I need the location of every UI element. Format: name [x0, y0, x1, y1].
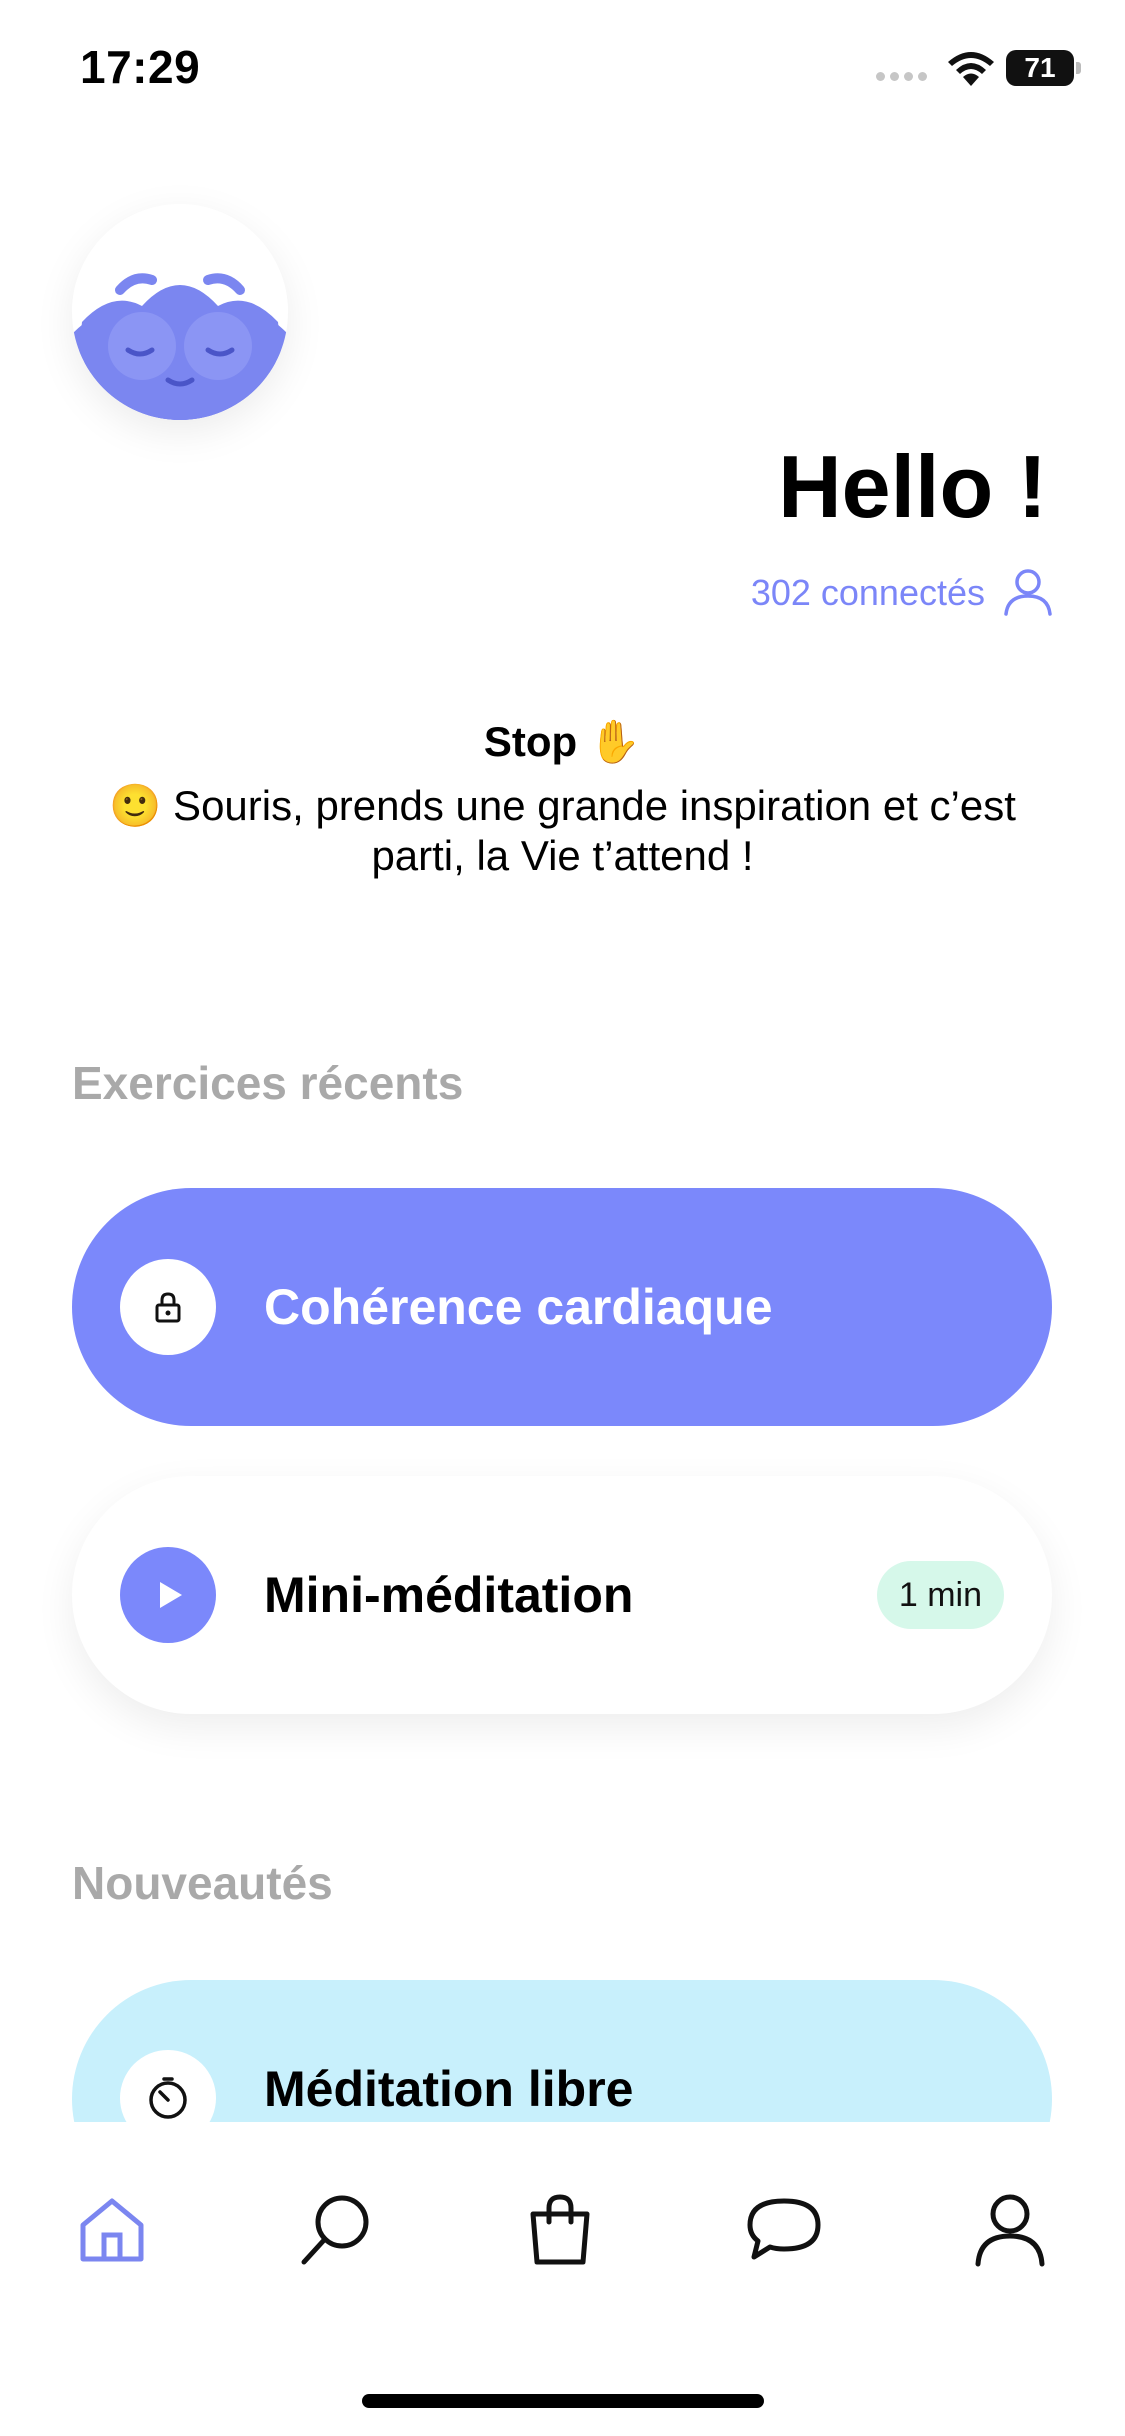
section-title-new: Nouveautés: [72, 1857, 333, 1909]
status-bar: 17:29 71: [0, 0, 1125, 140]
exercise-label: Mini-méditation: [264, 1567, 634, 1623]
exercise-card-coherence[interactable]: Cohérence cardiaque: [72, 1188, 1052, 1426]
cellular-signal-icon: [876, 72, 932, 84]
mascot-avatar[interactable]: [72, 204, 288, 420]
wifi-icon: [948, 52, 994, 86]
daily-quote: Stop ✋ 🙂 Souris, prends une grande inspi…: [80, 718, 1045, 881]
battery-icon: 71: [1006, 50, 1074, 86]
battery-nub: [1076, 62, 1081, 74]
tab-shop[interactable]: [512, 2182, 608, 2278]
exercise-card-mini-meditation[interactable]: Mini-méditation 1 min: [72, 1476, 1052, 1714]
tab-home[interactable]: [64, 2182, 160, 2278]
tab-search[interactable]: [288, 2182, 384, 2278]
home-indicator[interactable]: [362, 2394, 764, 2408]
exercise-label: Méditation libre: [264, 2061, 634, 2117]
mascot-face-icon: [72, 204, 288, 420]
tab-bar: [0, 2122, 1125, 2436]
home-icon: [80, 2198, 144, 2262]
profile-icon: [975, 2194, 1045, 2267]
tab-chat[interactable]: [736, 2182, 832, 2278]
duration-badge: 1 min: [876, 1561, 1004, 1629]
status-time: 17:29: [80, 41, 201, 93]
lock-icon: [120, 1259, 216, 1355]
search-icon: [301, 2195, 369, 2265]
chat-icon: [747, 2198, 821, 2260]
tab-profile[interactable]: [962, 2182, 1058, 2278]
play-icon[interactable]: [120, 1547, 216, 1643]
online-count[interactable]: 302 connectés: [751, 572, 985, 614]
exercise-label: Cohérence cardiaque: [264, 1279, 773, 1335]
greeting-title: Hello !: [778, 437, 1047, 536]
section-title-recent: Exercices récents: [72, 1057, 464, 1109]
quote-text: 🙂 Souris, prends une grande inspiration …: [109, 782, 1016, 879]
user-icon[interactable]: [1002, 566, 1054, 618]
quote-title: Stop ✋: [483, 718, 642, 765]
shop-bag-icon: [530, 2194, 590, 2265]
